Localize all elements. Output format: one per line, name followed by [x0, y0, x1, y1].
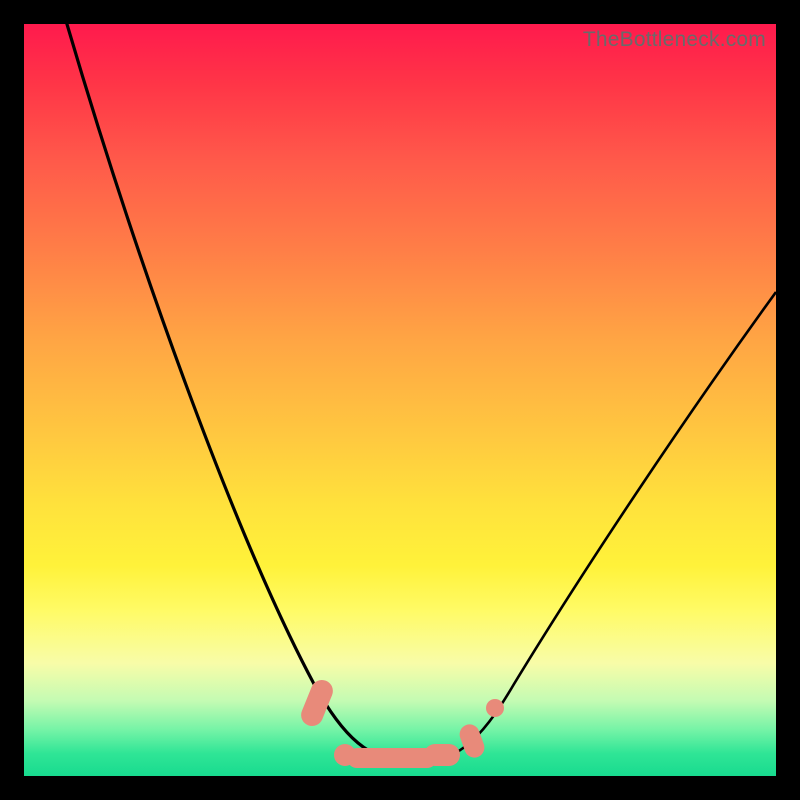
curve-left-branch — [64, 24, 409, 764]
floor-marker — [486, 699, 504, 717]
curve-right-branch — [409, 292, 776, 764]
floor-marker — [424, 744, 460, 766]
bottleneck-curve — [24, 24, 776, 776]
chart-frame: TheBottleneck.com — [24, 24, 776, 776]
